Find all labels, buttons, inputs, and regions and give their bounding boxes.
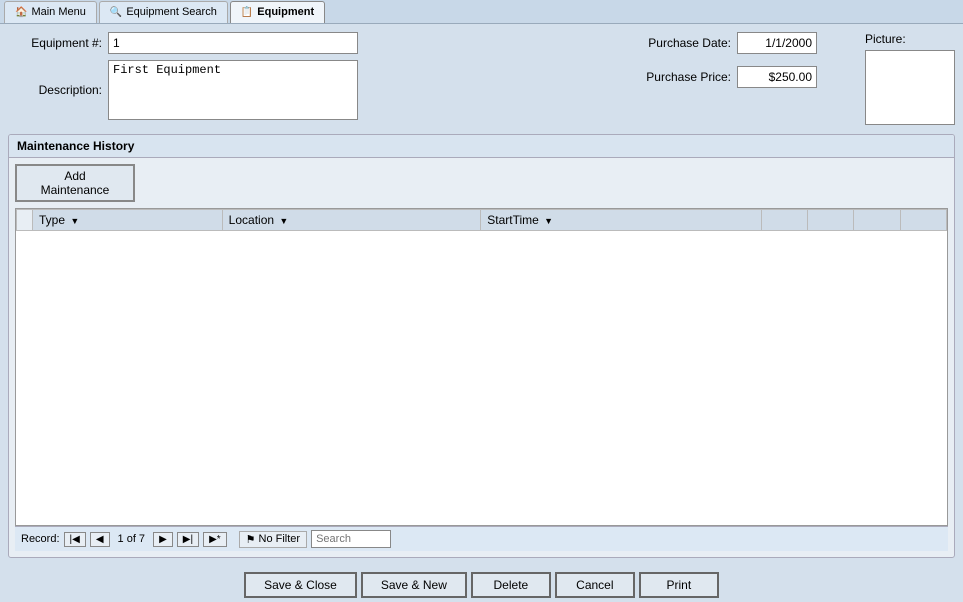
purchase-price-row: Purchase Price: — [627, 66, 817, 88]
filter-icon: ⚑ — [246, 533, 256, 546]
description-label: Description: — [8, 83, 108, 97]
equipment-number-input[interactable] — [108, 32, 358, 54]
purchase-price-input[interactable] — [737, 66, 817, 88]
save-close-button[interactable]: Save & Close — [244, 572, 357, 598]
tab-equipment[interactable]: 📋 Equipment — [230, 1, 325, 23]
add-maintenance-button[interactable]: Add Maintenance — [15, 164, 135, 202]
tab-bar: 🏠 Main Menu 🔍 Equipment Search 📋 Equipme… — [0, 0, 963, 24]
tab-main-menu[interactable]: 🏠 Main Menu — [4, 1, 97, 23]
record-label: Record: — [21, 533, 60, 545]
starttime-sort-icon: ▼ — [544, 216, 553, 226]
equipment-number-row: Equipment #: — [8, 32, 579, 54]
equipment-search-icon: 🔍 — [110, 7, 122, 18]
delete-button[interactable]: Delete — [471, 572, 551, 598]
maintenance-history-body: Add Maintenance Type ▼ Location ▼ — [9, 158, 954, 557]
col-extra4 — [900, 210, 946, 231]
description-input[interactable] — [108, 60, 358, 120]
col-extra1 — [761, 210, 807, 231]
picture-box — [865, 50, 955, 125]
main-content: Equipment #: Description: Purchase Date:… — [0, 24, 963, 566]
main-menu-icon: 🏠 — [15, 7, 27, 18]
cancel-button[interactable]: Cancel — [555, 572, 635, 598]
col-location[interactable]: Location ▼ — [222, 210, 481, 231]
form-right: Picture: — [865, 32, 955, 126]
record-navigator: Record: |◀ ◀ 1 of 7 ▶ ▶| ▶* ⚑ No Filter — [15, 526, 948, 551]
search-input[interactable] — [311, 530, 391, 548]
form-area: Equipment #: Description: Purchase Date:… — [8, 32, 955, 126]
maintenance-history-panel: Maintenance History Add Maintenance Type… — [8, 134, 955, 558]
picture-label: Picture: — [865, 32, 906, 46]
tab-main-menu-label: Main Menu — [31, 6, 85, 18]
form-center: Purchase Date: Purchase Price: — [627, 32, 817, 126]
bottom-buttons: Save & Close Save & New Delete Cancel Pr… — [0, 566, 963, 602]
record-current: 1 of 7 — [118, 533, 146, 545]
col-type[interactable]: Type ▼ — [33, 210, 223, 231]
form-left: Equipment #: Description: — [8, 32, 579, 126]
equipment-number-label: Equipment #: — [8, 36, 108, 50]
purchase-price-label: Purchase Price: — [627, 70, 737, 84]
col-extra3 — [854, 210, 900, 231]
col-selector — [17, 210, 33, 231]
nav-first-button[interactable]: |◀ — [64, 532, 86, 547]
save-new-button[interactable]: Save & New — [361, 572, 467, 598]
type-sort-icon: ▼ — [70, 216, 79, 226]
nav-last-button[interactable]: ▶| — [177, 532, 199, 547]
description-row: Description: — [8, 60, 579, 120]
maintenance-table-wrapper: Type ▼ Location ▼ StartTime ▼ — [15, 208, 948, 526]
col-start-time[interactable]: StartTime ▼ — [481, 210, 762, 231]
tab-equipment-search[interactable]: 🔍 Equipment Search — [99, 1, 228, 23]
nav-next-button[interactable]: ▶ — [153, 532, 173, 547]
purchase-date-label: Purchase Date: — [627, 36, 737, 50]
tab-equipment-label: Equipment — [257, 6, 314, 18]
nav-prev-button[interactable]: ◀ — [90, 532, 110, 547]
tab-equipment-search-label: Equipment Search — [126, 6, 217, 18]
purchase-date-row: Purchase Date: — [627, 32, 817, 54]
purchase-date-input[interactable] — [737, 32, 817, 54]
location-sort-icon: ▼ — [279, 216, 288, 226]
no-filter-label: No Filter — [259, 533, 301, 545]
nav-new-button[interactable]: ▶* — [203, 532, 227, 547]
col-extra2 — [808, 210, 854, 231]
equipment-icon: 📋 — [241, 7, 253, 18]
print-button[interactable]: Print — [639, 572, 719, 598]
maintenance-table: Type ▼ Location ▼ StartTime ▼ — [16, 209, 947, 231]
maintenance-history-tab-label: Maintenance History — [9, 135, 954, 158]
no-filter-button[interactable]: ⚑ No Filter — [239, 531, 307, 548]
table-header-row: Type ▼ Location ▼ StartTime ▼ — [17, 210, 947, 231]
